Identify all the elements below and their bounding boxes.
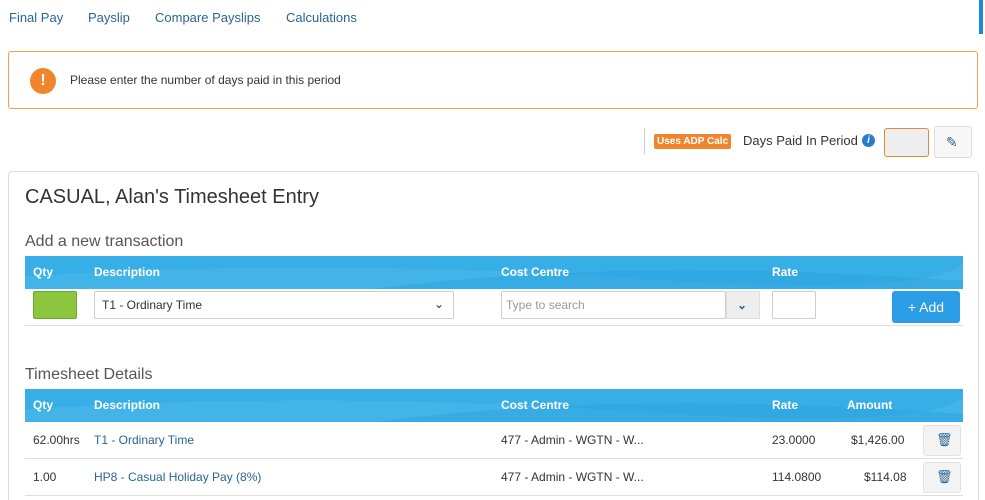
tab-final-pay[interactable]: Final Pay — [9, 10, 63, 25]
row-qty: 1.00 — [33, 470, 57, 484]
table-row: 1.00 HP8 - Casual Holiday Pay (8%) 477 -… — [25, 459, 963, 496]
col-amount: Amount — [847, 398, 893, 412]
row-rate: 23.0000 — [772, 433, 816, 447]
row-description-link[interactable]: HP8 - Casual Holiday Pay (8%) — [94, 470, 261, 484]
chevron-down-icon: ⌄ — [433, 297, 444, 311]
add-transaction-title: Add a new transaction — [25, 233, 184, 250]
chevron-down-icon: ⌄ — [737, 298, 748, 312]
warning-alert: ! Please enter the number of days paid i… — [8, 51, 978, 109]
row-amount: $114.08 — [864, 470, 907, 484]
details-table-header: Qty Description Cost Centre Rate Amount — [25, 389, 963, 422]
add-button[interactable]: + Add — [892, 291, 960, 323]
col-cost-centre: Cost Centre — [501, 398, 570, 412]
col-qty: Qty — [33, 398, 54, 412]
delete-row-button[interactable]: 🗑 — [923, 462, 961, 493]
header-wave-decoration — [25, 264, 963, 289]
tab-compare-payslips[interactable]: Compare Payslips — [155, 10, 261, 25]
top-tab-bar: Final Pay Payslip Compare Payslips Calcu… — [0, 0, 985, 36]
tab-payslip[interactable]: Payslip — [88, 10, 130, 25]
timesheet-details-title: Timesheet Details — [25, 366, 153, 383]
trash-icon: 🗑 — [936, 469, 953, 484]
row-cost-centre: 477 - Admin - WGTN - W... — [501, 470, 644, 484]
col-description: Description — [94, 265, 161, 279]
edit-days-button[interactable]: ✎ — [934, 126, 972, 158]
exclamation-circle-icon: ! — [30, 68, 56, 94]
col-cost-centre: Cost Centre — [501, 265, 570, 279]
trash-icon: 🗑 — [936, 432, 953, 447]
pencil-icon: ✎ — [946, 134, 958, 150]
row-rate: 114.0800 — [772, 470, 822, 484]
panel-title: CASUAL, Alan's Timesheet Entry — [25, 186, 319, 208]
timesheet-panel: CASUAL, Alan's Timesheet Entry Add a new… — [8, 171, 979, 500]
row-amount: $1,426.00 — [851, 433, 905, 447]
col-qty: Qty — [33, 265, 54, 279]
row-description-link[interactable]: T1 - Ordinary Time — [94, 433, 194, 447]
description-selected-value: T1 - Ordinary Time — [102, 298, 203, 312]
rate-input[interactable] — [772, 291, 816, 319]
description-select[interactable]: T1 - Ordinary Time ⌄ — [94, 291, 454, 319]
delete-row-button[interactable]: 🗑 — [923, 425, 961, 456]
alert-message: Please enter the number of days paid in … — [70, 73, 341, 87]
row-cost-centre: 477 - Admin - WGTN - W... — [501, 433, 644, 447]
table-row: 62.00hrs T1 - Ordinary Time 477 - Admin … — [25, 422, 963, 459]
add-table-header: Qty Description Cost Centre Rate — [25, 256, 963, 289]
active-indicator — [979, 0, 983, 34]
days-paid-label: Days Paid In Period — [743, 133, 858, 148]
add-transaction-row: T1 - Ordinary Time ⌄ Type to search ⌄ + … — [25, 288, 963, 326]
cost-centre-dropdown-button[interactable]: ⌄ — [726, 291, 760, 319]
col-rate: Rate — [772, 398, 799, 412]
tab-calculations[interactable]: Calculations — [286, 10, 357, 25]
days-paid-input[interactable] — [884, 128, 929, 157]
cost-centre-search-input[interactable]: Type to search — [501, 291, 726, 319]
adp-calc-badge: Uses ADP Calc — [654, 134, 732, 149]
row-qty: 62.00hrs — [33, 433, 80, 447]
divider — [644, 128, 645, 154]
header-wave-decoration — [25, 397, 963, 422]
days-paid-bar: Uses ADP Calc Days Paid In Period i ✎ — [644, 126, 979, 158]
col-description: Description — [94, 398, 161, 412]
qty-input[interactable] — [33, 291, 77, 319]
info-circle-icon[interactable]: i — [862, 134, 875, 147]
col-rate: Rate — [772, 265, 799, 279]
